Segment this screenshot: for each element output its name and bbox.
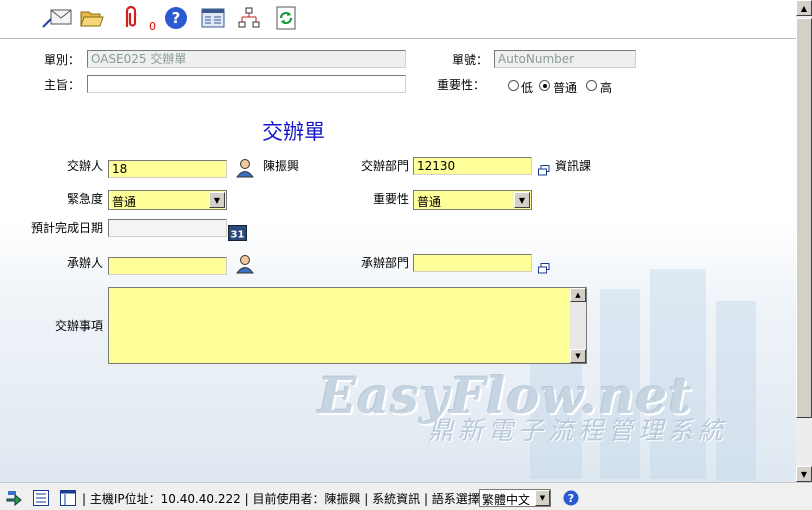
urgency-value: 普通: [112, 195, 137, 209]
status-text: | 主機IP位址：10.40.40.222 | 目前使用者：陳振興 | 系統資訊…: [82, 492, 480, 506]
assigner-dept-input[interactable]: 12130: [413, 157, 532, 175]
chevron-down-icon[interactable]: ▼: [514, 192, 530, 208]
importance-option-low: 低: [521, 81, 534, 95]
chevron-down-icon[interactable]: ▼: [209, 192, 225, 208]
assigner-label: 交辦人: [66, 159, 103, 173]
urgency-label: 緊急度: [66, 192, 103, 206]
assigner-name: 陳振興: [263, 159, 300, 173]
mail-icon[interactable]: [40, 5, 74, 31]
svg-text:?: ?: [568, 492, 574, 505]
importance-radio-low[interactable]: [508, 80, 519, 91]
assigner-dept-name: 資訊課: [555, 159, 592, 173]
dept-picker-icon[interactable]: [538, 263, 550, 277]
form-no-field: AutoNumber: [494, 50, 636, 68]
assigner-input[interactable]: 18: [108, 160, 227, 178]
paperclip-icon[interactable]: [117, 5, 143, 31]
calendar-icon[interactable]: 31: [228, 225, 247, 244]
svg-text:31: 31: [231, 230, 245, 241]
folder-open-icon[interactable]: [79, 5, 105, 31]
status-bar: | 主機IP位址：10.40.40.222 | 目前使用者：陳振興 | 系統資訊…: [0, 482, 812, 510]
dept-picker-icon[interactable]: [538, 165, 550, 179]
help-icon[interactable]: ?: [163, 5, 189, 31]
importance-radio-high[interactable]: [586, 80, 597, 91]
scrollbar-thumb[interactable]: [796, 18, 812, 418]
help-icon[interactable]: ?: [563, 490, 579, 506]
form-area: EasyFlow.net 鼎新電子流程管理系統 單別： OASE025 交辦單 …: [0, 39, 796, 482]
due-date-label: 預計完成日期: [30, 221, 103, 235]
handler-label: 承辦人: [66, 256, 103, 270]
user-picker-icon[interactable]: [236, 158, 254, 181]
logout-icon[interactable]: [6, 490, 22, 506]
scroll-up-icon[interactable]: ▲: [796, 0, 812, 16]
toolbar: 0 ?: [0, 0, 812, 38]
matter-textarea[interactable]: ▲ ▼: [108, 287, 587, 364]
textarea-scrollbar[interactable]: ▲ ▼: [570, 288, 586, 363]
list-view-icon[interactable]: [33, 490, 49, 506]
scroll-down-icon[interactable]: ▼: [570, 349, 586, 363]
importance-option-high: 高: [600, 81, 613, 95]
user-picker-icon[interactable]: [236, 254, 254, 277]
handler-dept-label: 承辦部門: [360, 256, 409, 270]
importance-value: 普通: [417, 195, 442, 209]
chevron-down-icon[interactable]: ▼: [535, 490, 550, 506]
scroll-up-icon[interactable]: ▲: [570, 288, 586, 302]
watermark-tagline: 鼎新電子流程管理系統: [428, 416, 729, 445]
org-tree-icon[interactable]: [236, 5, 262, 31]
assigner-dept-label: 交辦部門: [360, 159, 409, 173]
handler-dept-input[interactable]: [413, 254, 532, 272]
importance-radio-normal[interactable]: [539, 80, 550, 91]
refresh-icon[interactable]: [273, 5, 299, 31]
form-list-icon[interactable]: [200, 5, 226, 31]
form-no-label: 單號：: [452, 53, 489, 67]
scroll-down-icon[interactable]: ▼: [796, 466, 812, 482]
background-block: [716, 301, 756, 481]
subject-input[interactable]: [87, 75, 406, 93]
importance-select[interactable]: 普通 ▼: [413, 190, 532, 210]
importance-label: 重要性：: [437, 78, 486, 92]
subject-label: 主旨：: [44, 78, 81, 92]
language-select[interactable]: 繁體中文 ▼: [479, 489, 551, 507]
svg-text:?: ?: [172, 9, 181, 27]
form-type-label: 單別：: [44, 53, 81, 67]
page-scrollbar[interactable]: ▲ ▼: [796, 0, 812, 482]
due-date-input[interactable]: [108, 219, 227, 237]
attachment-count: 0: [149, 20, 156, 33]
language-value: 繁體中文: [482, 493, 531, 507]
window-icon[interactable]: [60, 490, 76, 506]
urgency-select[interactable]: 普通 ▼: [108, 190, 227, 210]
importance-option-normal: 普通: [553, 81, 578, 95]
matter-label: 交辦事項: [54, 319, 103, 333]
importance-select-label: 重要性: [372, 192, 409, 206]
form-type-field: OASE025 交辦單: [87, 50, 406, 68]
handler-input[interactable]: [108, 257, 227, 275]
form-title: 交辦單: [262, 120, 325, 144]
